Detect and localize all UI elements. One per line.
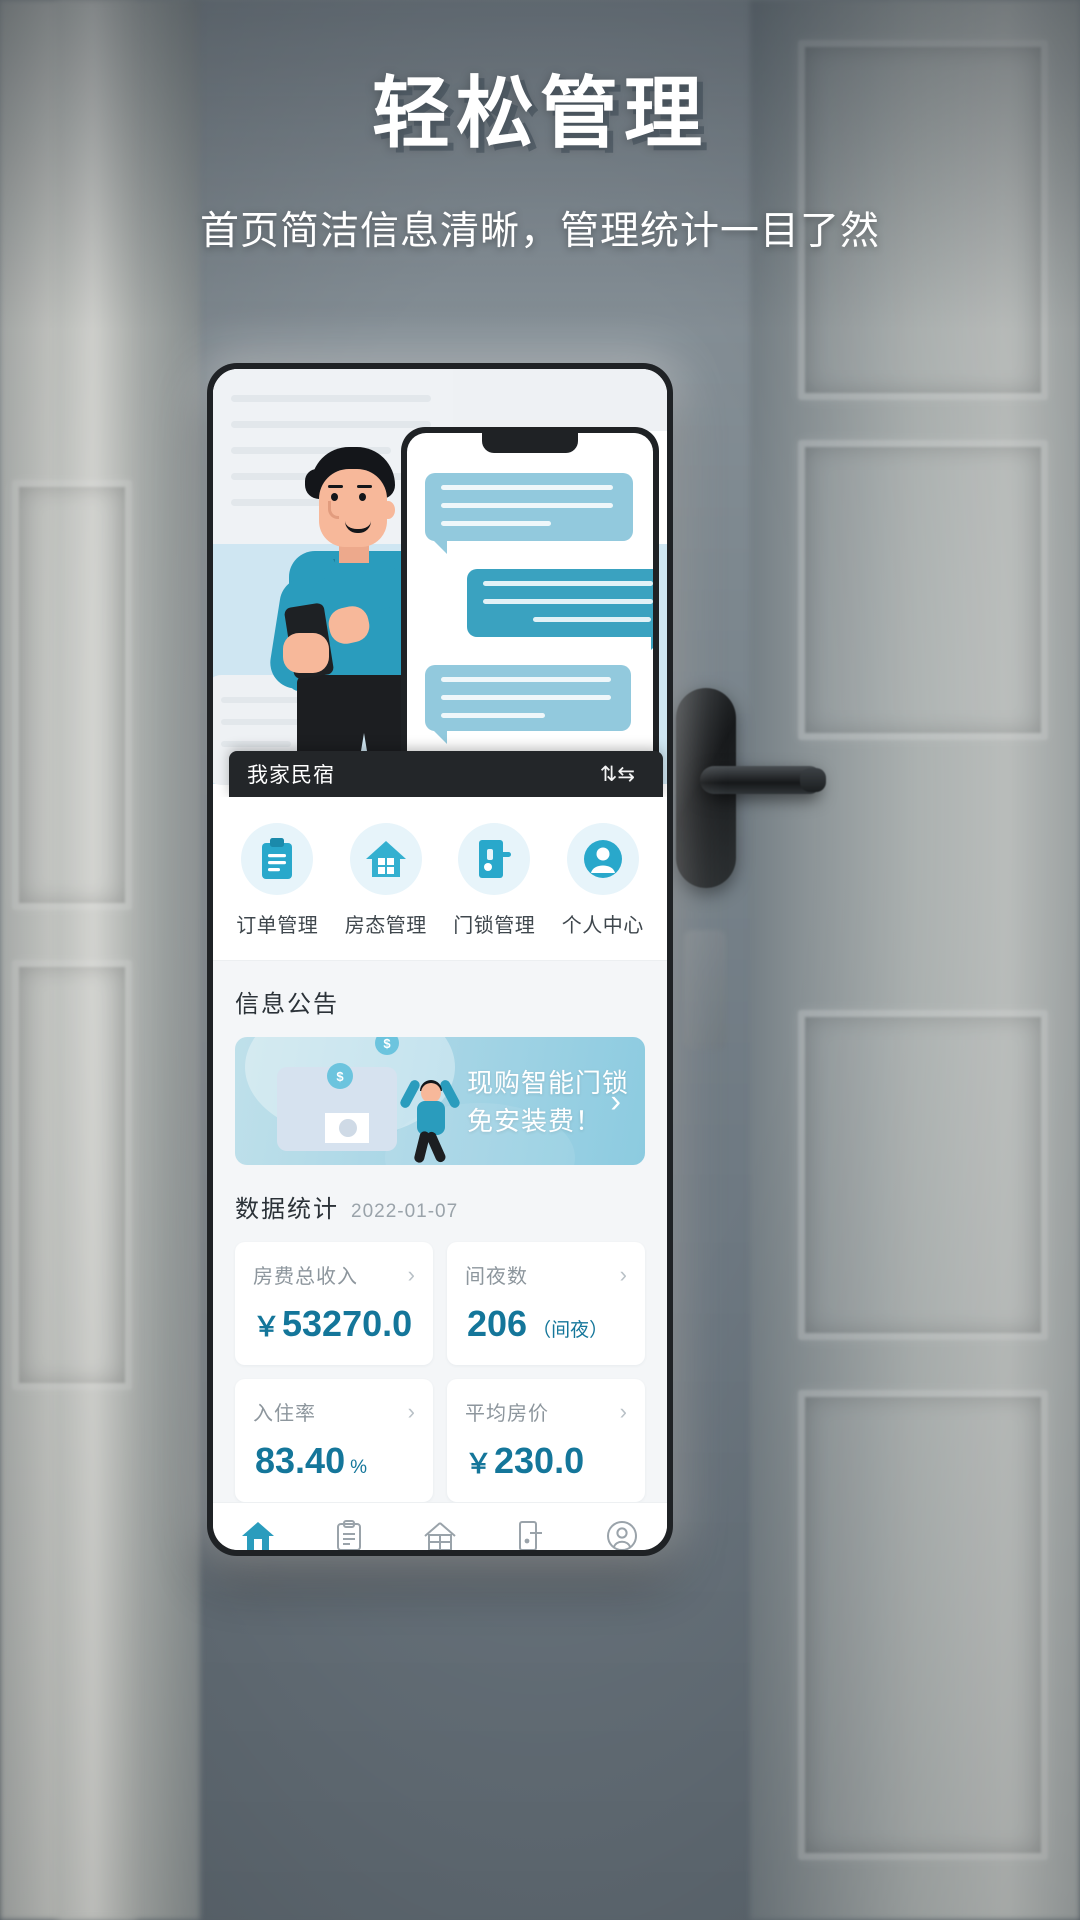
chevron-right-icon[interactable]: ›	[408, 1399, 415, 1425]
stat-value: 53270.0	[282, 1303, 413, 1344]
banner-text: 现购智能门锁 免安装费！	[467, 1065, 629, 1140]
stat-value: 206	[467, 1303, 528, 1344]
quick-action-label: 房态管理	[344, 915, 427, 937]
illustration-inner-phone	[401, 427, 659, 787]
quick-action-order[interactable]: 订单管理	[223, 823, 332, 938]
home-icon	[239, 1517, 277, 1550]
coin-icon: $	[327, 1063, 353, 1089]
quick-action-label: 订单管理	[236, 915, 319, 937]
app-header-title: 我家民宿	[247, 764, 335, 787]
hero-deco-line	[231, 395, 431, 402]
app-screen: 我家民宿 ⇅⇆ 订单管理 房态管理 门锁管理 个人中心 信息公告 $ $ 现购智…	[213, 369, 667, 1550]
swap-icon[interactable]: ⇅⇆	[600, 762, 635, 787]
stat-value: 83.40	[255, 1440, 346, 1481]
stat-label: 入住率	[253, 1403, 316, 1425]
stat-unit: （间夜）	[532, 1320, 609, 1341]
chevron-right-icon[interactable]: ›	[620, 1262, 627, 1288]
statistics-date: 2022-01-07	[351, 1201, 459, 1222]
stat-unit: %	[350, 1457, 367, 1478]
statistics-title-text: 数据统计	[235, 1196, 339, 1223]
stat-label: 平均房价	[465, 1403, 549, 1425]
door-lock-icon	[512, 1517, 550, 1550]
clipboard-icon	[330, 1517, 368, 1550]
tab-profile[interactable]: 个人中心	[576, 1517, 667, 1550]
phone-mockup: 我家民宿 ⇅⇆ 订单管理 房态管理 门锁管理 个人中心 信息公告 $ $ 现购智…	[207, 363, 673, 1556]
hero-illustration: 我家民宿 ⇅⇆	[213, 369, 667, 797]
promo-headline: 轻松管理	[371, 69, 708, 159]
tab-room-status[interactable]: 房态管理	[395, 1517, 486, 1550]
door-lock-icon	[458, 823, 531, 895]
quick-action-room-status[interactable]: 房态管理	[332, 823, 441, 938]
app-header-bar: 我家民宿 ⇅⇆	[229, 751, 663, 797]
stat-value: 230.0	[494, 1440, 585, 1481]
stat-card-room-nights[interactable]: 间夜数 › 206 （间夜）	[447, 1242, 645, 1365]
quick-action-label: 门锁管理	[453, 915, 536, 937]
promo-banner[interactable]: $ $ 现购智能门锁 免安装费！ ›	[235, 1037, 645, 1165]
notice-section: 信息公告 $ $ 现购智能门锁 免安装费！ ›	[213, 960, 667, 1165]
chevron-right-icon[interactable]: ›	[610, 1083, 621, 1120]
hero-deco-line	[231, 421, 431, 428]
person-icon	[603, 1517, 641, 1550]
chat-bubble	[467, 569, 653, 650]
stat-card-occupancy-rate[interactable]: 入住率 › 83.40 %	[235, 1379, 433, 1502]
tab-home[interactable]: 首页	[213, 1517, 304, 1550]
stat-currency: ￥	[253, 1312, 280, 1342]
chat-bubble	[425, 665, 631, 744]
stat-label: 房费总收入	[253, 1266, 358, 1288]
stat-currency: ￥	[465, 1449, 492, 1479]
quick-action-label: 个人中心	[561, 915, 644, 937]
stat-card-average-price[interactable]: 平均房价 › ￥ 230.0	[447, 1379, 645, 1502]
promo-subheadline: 首页简洁信息清晰，管理统计一目了然	[199, 209, 880, 253]
promo-text-block: 轻松管理 首页简洁信息清晰，管理统计一目了然	[0, 69, 1080, 256]
tab-door-lock[interactable]: 门锁管理	[485, 1517, 576, 1550]
stat-label: 间夜数	[465, 1266, 528, 1288]
banner-line-2: 免安装费！	[467, 1105, 603, 1136]
bottom-tab-bar: 首页 订单管理	[213, 1502, 667, 1550]
chevron-right-icon[interactable]: ›	[620, 1399, 627, 1425]
stat-card-total-income[interactable]: 房费总收入 › ￥ 53270.0	[235, 1242, 433, 1365]
house-icon	[349, 823, 422, 895]
chevron-right-icon[interactable]: ›	[408, 1262, 415, 1288]
notice-section-title: 信息公告	[235, 991, 339, 1018]
quick-action-door-lock[interactable]: 门锁管理	[440, 823, 549, 938]
quick-action-row: 订单管理 房态管理 门锁管理 个人中心	[213, 797, 667, 960]
illustration-chat-screen	[407, 433, 653, 787]
person-icon	[566, 823, 639, 895]
chat-bubble	[425, 473, 633, 554]
phone-notch	[482, 433, 578, 453]
statistics-section: 数据统计 2022-01-07 房费总收入 › ￥ 53270.0 间夜数 ›	[213, 1165, 667, 1502]
house-icon	[421, 1517, 459, 1550]
statistics-section-title: 数据统计 2022-01-07	[235, 1189, 645, 1224]
quick-action-profile[interactable]: 个人中心	[549, 823, 658, 938]
statistics-card-grid: 房费总收入 › ￥ 53270.0 间夜数 › 206 （间夜） 入住率 › 8…	[235, 1242, 645, 1502]
tab-order[interactable]: 订单管理	[304, 1517, 395, 1550]
banner-line-1: 现购智能门锁	[467, 1068, 630, 1098]
banner-person-graphic	[398, 1065, 462, 1164]
clipboard-icon	[241, 823, 314, 895]
